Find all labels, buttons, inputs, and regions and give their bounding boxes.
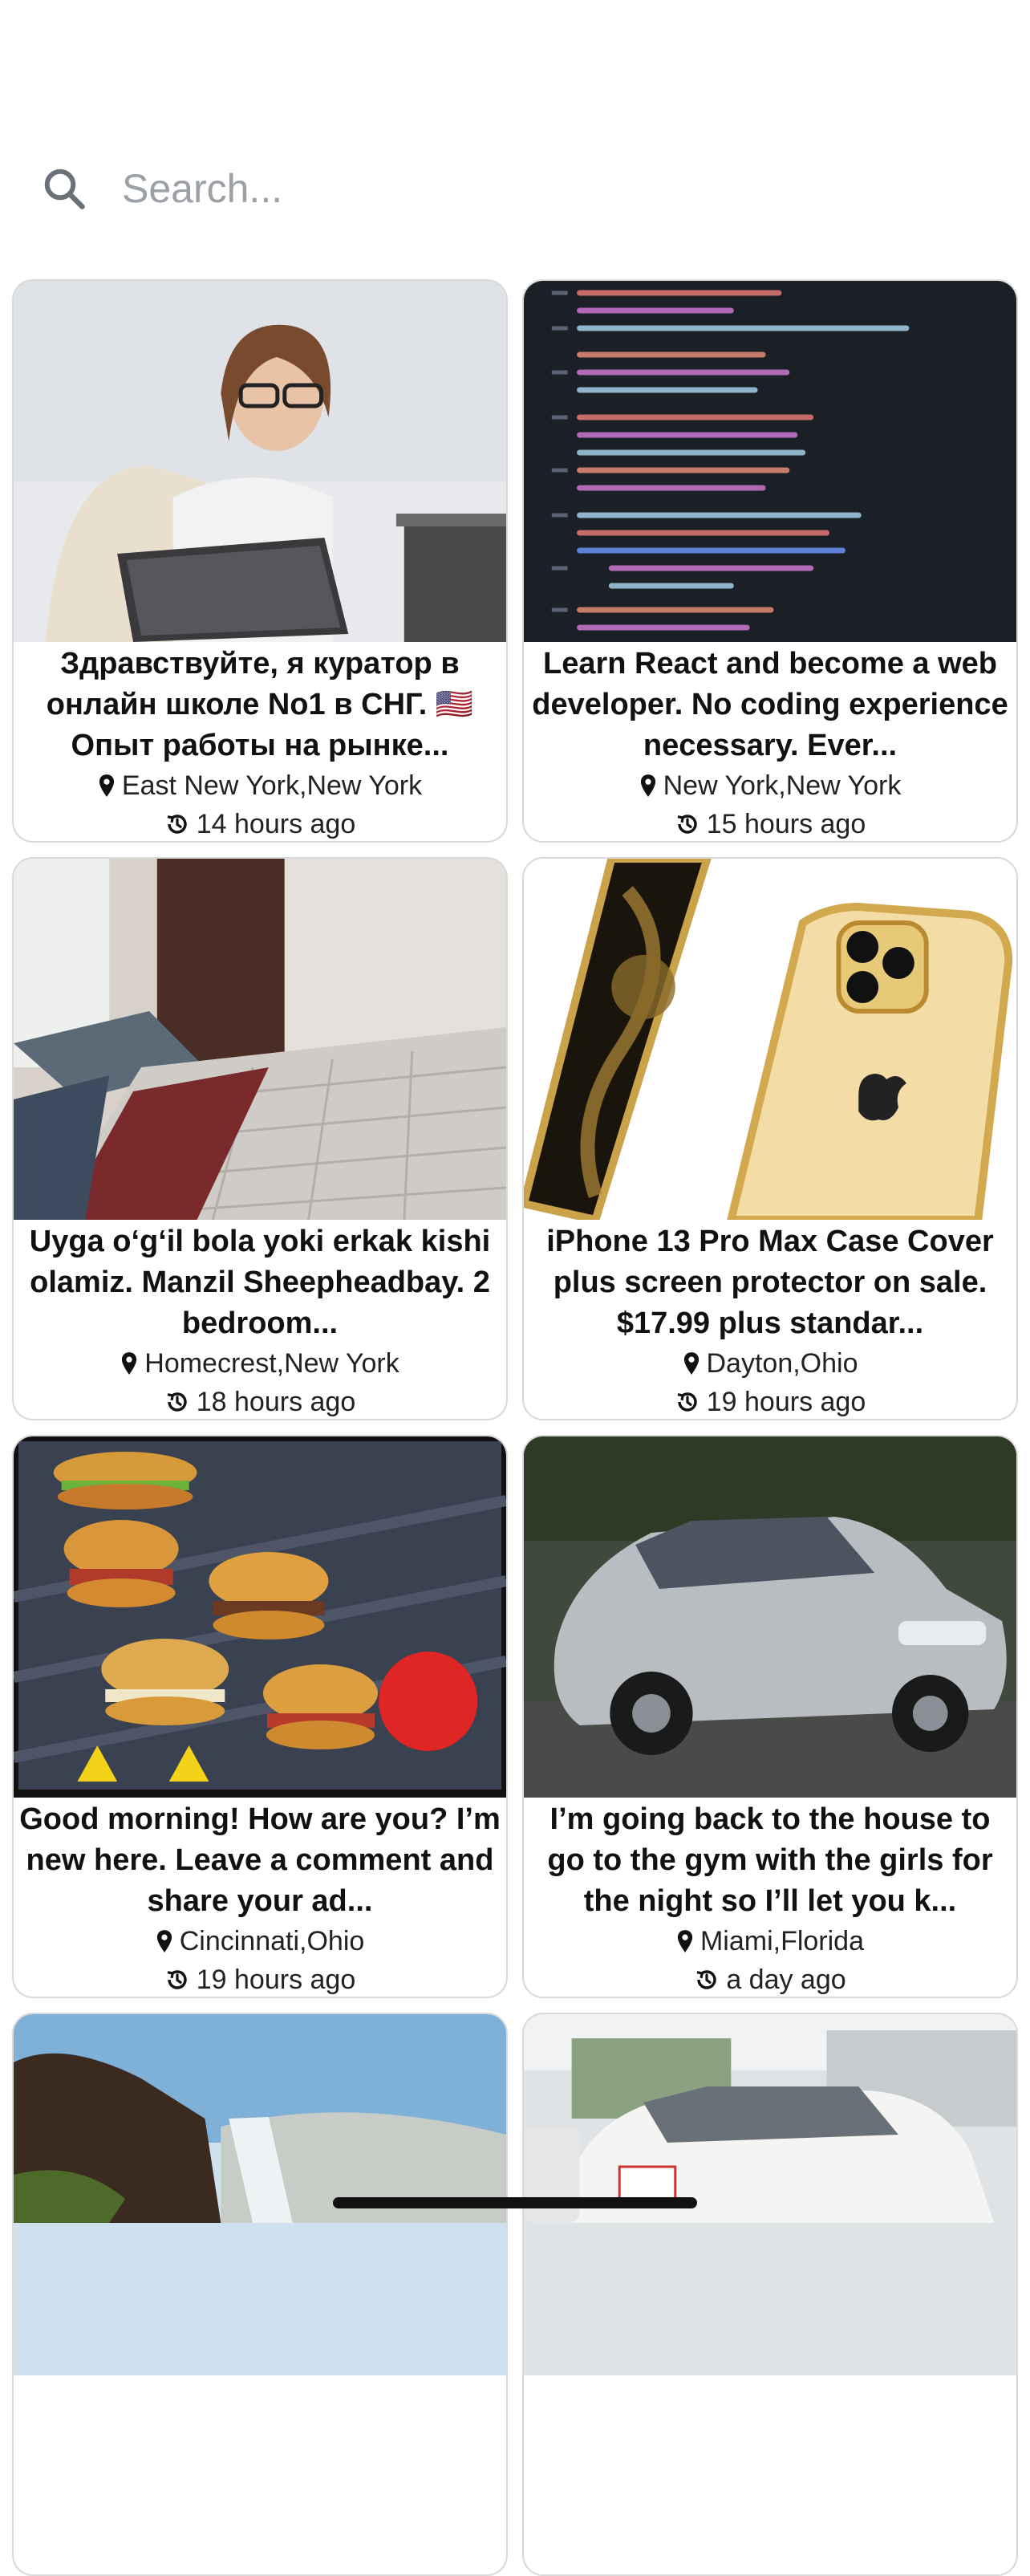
listing-card[interactable] (522, 2013, 1018, 2576)
listing-location-text: Dayton,Ohio (706, 1348, 858, 1379)
location-pin-icon (683, 1352, 699, 1375)
history-icon (696, 1970, 717, 1989)
history-icon (677, 815, 697, 834)
location-pin-icon (99, 774, 114, 797)
listing-title (524, 2377, 1016, 2500)
listing-card[interactable]: Uyga o‘g‘il bola yoki erkak kishi olamiz… (12, 857, 508, 1420)
listing-card[interactable]: Здравствуйте, я куратор в онлайн школе N… (12, 279, 508, 843)
listing-grid: Здравствуйте, я куратор в онлайн школе N… (12, 279, 1018, 2576)
listing-time-text: 18 hours ago (196, 1387, 356, 1417)
listing-image-white-car (524, 2014, 1016, 2375)
listing-location-text: Miami,Florida (700, 1926, 865, 1956)
listing-title: Learn React and become a web developer. … (532, 647, 1008, 762)
listing-time: a day ago (524, 1960, 1016, 1997)
history-icon (167, 1970, 187, 1989)
listing-location: New York,New York (524, 766, 1016, 805)
listing-title: iPhone 13 Pro Max Case Cover plus screen… (546, 1225, 994, 1340)
listing-card[interactable]: iPhone 13 Pro Max Case Cover plus screen… (522, 857, 1018, 1420)
listing-image-gold-phone-case (524, 859, 1016, 1220)
listing-card[interactable]: I’m going back to the house to go to the… (522, 1435, 1018, 1998)
history-icon (167, 815, 187, 834)
listing-image-silver-sedan (524, 1436, 1016, 1798)
listing-location-text: Cincinnati,Ohio (179, 1926, 365, 1956)
listing-image-woman-with-tablet (14, 281, 506, 642)
listing-time: 19 hours ago (14, 1960, 506, 1997)
listing-location: East New York,New York (14, 766, 506, 805)
listing-time-text: 19 hours ago (706, 1387, 866, 1417)
location-pin-icon (156, 1930, 172, 1952)
search-icon (32, 156, 96, 221)
listing-image-waterfall (14, 2014, 506, 2375)
listing-card[interactable] (12, 2013, 508, 2576)
home-indicator[interactable] (333, 2197, 697, 2208)
listing-title: Uyga o‘g‘il bola yoki erkak kishi olamiz… (29, 1225, 491, 1340)
search-input[interactable] (120, 165, 845, 213)
search-bar[interactable] (32, 136, 995, 241)
location-pin-icon (677, 1930, 693, 1952)
listing-card[interactable]: Good morning! How are you? I’m new here.… (12, 1435, 508, 1998)
listing-image-code-on-screen (524, 281, 1016, 642)
listing-title: Good morning! How are you? I’m new here.… (19, 1802, 501, 1918)
location-pin-icon (122, 1352, 137, 1375)
listing-location-text: Homecrest,New York (144, 1348, 399, 1379)
listing-time: 18 hours ago (14, 1383, 506, 1419)
history-icon (677, 1392, 697, 1412)
listing-location: Miami,Florida (524, 1922, 1016, 1960)
history-icon (167, 1392, 187, 1412)
listing-image-sandwich-menu (14, 1436, 506, 1798)
listing-image-bedroom-mattress (14, 859, 506, 1220)
listing-time: 15 hours ago (524, 805, 1016, 841)
listing-time: 14 hours ago (14, 805, 506, 841)
listing-title: Здравствуйте, я куратор в онлайн школе N… (46, 647, 474, 762)
listing-location-text: New York,New York (663, 770, 902, 801)
listing-title (14, 2377, 506, 2500)
listing-time-text: 15 hours ago (706, 809, 866, 839)
listing-time-text: a day ago (726, 1965, 846, 1995)
listing-time-text: 14 hours ago (196, 809, 356, 839)
listing-location: Homecrest,New York (14, 1344, 506, 1383)
listing-time: 19 hours ago (524, 1383, 1016, 1419)
listing-card[interactable]: Learn React and become a web developer. … (522, 279, 1018, 843)
listing-location: Cincinnati,Ohio (14, 1922, 506, 1960)
listing-location-text: East New York,New York (121, 770, 423, 801)
listing-location: Dayton,Ohio (524, 1344, 1016, 1383)
listing-time-text: 19 hours ago (196, 1965, 356, 1995)
location-pin-icon (640, 774, 655, 797)
listing-title: I’m going back to the house to go to the… (547, 1802, 993, 1918)
